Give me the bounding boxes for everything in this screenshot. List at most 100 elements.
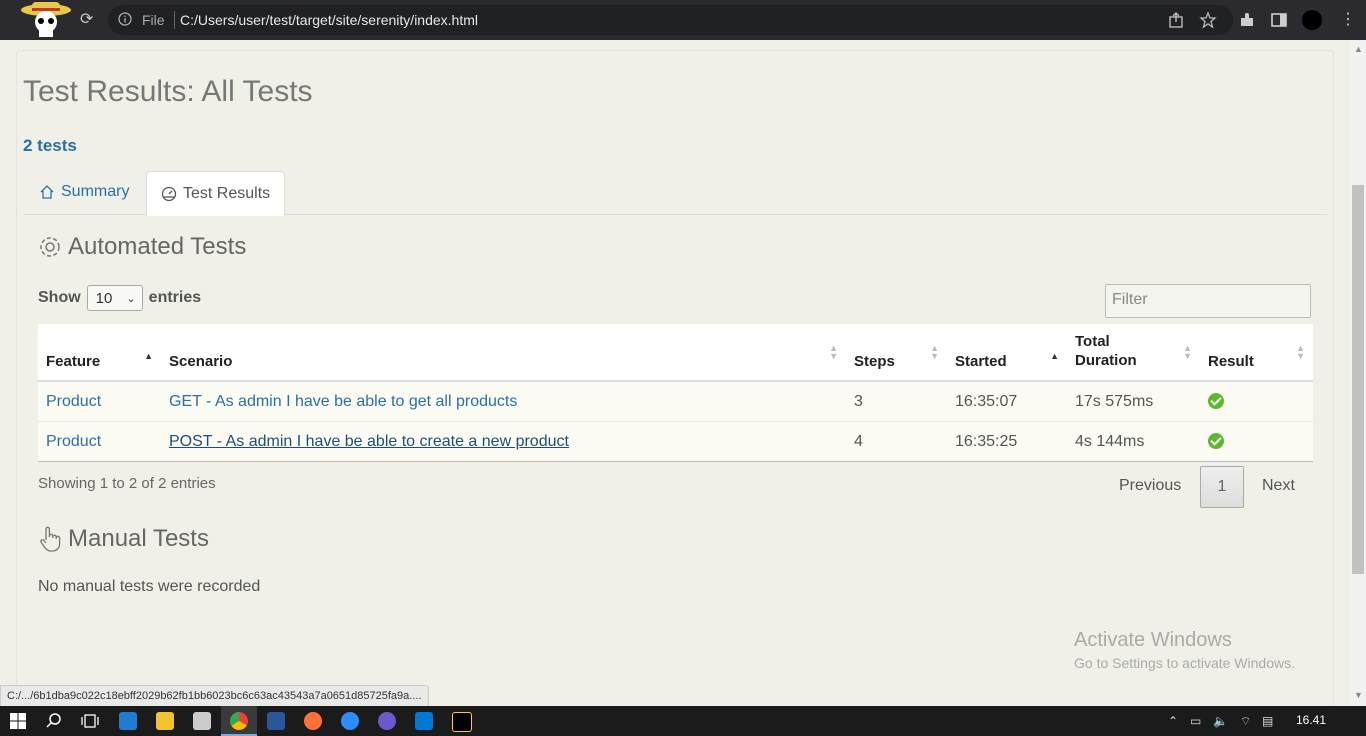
browser-toolbar: ⟳ File C:/Users/user/test/target/site/se… <box>0 0 1366 40</box>
entries-select[interactable]: 10 ⌄ <box>86 285 143 311</box>
windows-start-icon[interactable] <box>9 712 27 730</box>
sort-both-icon[interactable]: ▲ ▼ <box>930 344 939 361</box>
manual-tests-heading: Manual Tests <box>38 525 209 553</box>
scenario-link[interactable]: GET - As admin I have be able to get all… <box>169 393 517 410</box>
page-viewport: Test Results: All Tests 2 tests Summary … <box>0 40 1350 706</box>
scenario-link[interactable]: POST - As admin I have be able to create… <box>169 433 569 450</box>
task-view-icon[interactable] <box>81 712 99 730</box>
pointing-hand-icon <box>40 526 61 552</box>
result-cell <box>1200 380 1313 422</box>
search-icon[interactable] <box>45 712 63 730</box>
chevron-up-icon[interactable]: ⌃ <box>1168 714 1178 728</box>
tab-test-results[interactable]: Test Results <box>146 171 286 216</box>
column-header-scenario[interactable]: Scenario ▲ ▼ <box>161 324 846 382</box>
app-icon[interactable] <box>378 712 396 730</box>
tab-test-results-label: Test Results <box>183 184 271 202</box>
reload-icon[interactable]: ⟳ <box>80 9 93 29</box>
results-table: Feature ▲ Scenario ▲ ▼ Steps ▲ ▼ Started ▲ Tot… <box>38 324 1313 462</box>
clock-text[interactable]: 16.41 <box>1296 713 1326 727</box>
sort-both-icon[interactable]: ▲ ▼ <box>1296 344 1305 361</box>
automated-tests-heading: Automated Tests <box>38 233 246 261</box>
automated-tests-title: Automated Tests <box>68 233 247 260</box>
column-header-duration[interactable]: Total Duration ▲ ▼ <box>1067 324 1200 382</box>
next-page-button[interactable]: Next <box>1262 477 1295 495</box>
vertical-scrollbar[interactable]: ▲ ▼ <box>1350 40 1366 706</box>
manual-tests-title: Manual Tests <box>68 525 209 552</box>
sort-both-icon[interactable]: ▲ ▼ <box>1183 344 1192 361</box>
column-header-feature[interactable]: Feature ▲ <box>38 324 161 382</box>
windows-taskbar: ⌃ ▭ 🔈 ⌔ ▤ 16.41 <box>0 706 1366 736</box>
feature-cell: Product <box>38 380 161 422</box>
kebab-menu-icon[interactable]: ⋮ <box>1340 9 1356 29</box>
filter-input[interactable]: Filter <box>1105 284 1311 318</box>
table-row: Product POST - As admin I have be able t… <box>38 421 1313 462</box>
previous-page-button[interactable]: Previous <box>1119 477 1181 495</box>
info-icon[interactable] <box>118 12 132 26</box>
firefox-icon[interactable] <box>304 712 322 730</box>
zoom-icon[interactable] <box>341 712 359 730</box>
link-status-bar: C:/.../6b1dba9c022c18ebff2029b62fb1bb602… <box>0 685 429 708</box>
column-label: Started <box>955 353 1007 370</box>
extensions-icon[interactable] <box>1238 11 1256 29</box>
share-icon[interactable] <box>1167 11 1185 29</box>
gauge-icon <box>161 186 177 201</box>
entries-label: entries <box>148 289 202 306</box>
page-1-button[interactable]: 1 <box>1200 466 1244 508</box>
vscode-icon[interactable] <box>415 712 433 730</box>
scroll-down-icon[interactable]: ▼ <box>1354 690 1363 700</box>
page-title: Test Results: All Tests <box>23 75 313 108</box>
chevron-down-icon: ⌄ <box>126 292 136 305</box>
scroll-up-icon[interactable]: ▲ <box>1354 44 1363 54</box>
feature-link[interactable]: Product <box>46 393 101 410</box>
test-count[interactable]: 2 tests <box>23 136 77 156</box>
column-label: Scenario <box>169 353 233 370</box>
activate-windows-title: Activate Windows <box>1074 629 1232 651</box>
show-label: Show <box>38 289 81 306</box>
feature-link[interactable]: Product <box>46 433 101 450</box>
column-header-started[interactable]: Started ▲ <box>947 324 1067 382</box>
column-label: Result <box>1208 353 1254 370</box>
steps-cell: 4 <box>846 421 947 462</box>
address-bar[interactable]: File C:/Users/user/test/target/site/sere… <box>108 5 1233 35</box>
duration-cell: 17s 575ms <box>1067 380 1200 422</box>
side-panel-icon[interactable] <box>1270 11 1288 29</box>
sort-both-icon[interactable]: ▲ ▼ <box>829 344 838 361</box>
sort-asc-icon[interactable]: ▲ <box>1050 352 1059 361</box>
table-header-row: Feature ▲ Scenario ▲ ▼ Steps ▲ ▼ Started ▲ Tot… <box>38 324 1313 382</box>
url-text[interactable]: C:/Users/user/test/target/site/serenity/… <box>180 12 478 28</box>
gear-icon <box>40 237 60 257</box>
scenario-cell: POST - As admin I have be able to create… <box>161 421 846 462</box>
sort-asc-icon[interactable]: ▲ <box>144 352 153 361</box>
star-icon[interactable] <box>1199 11 1217 29</box>
duration-cell: 4s 144ms <box>1067 421 1200 462</box>
file-label: File <box>142 12 165 28</box>
chrome-icon[interactable] <box>230 712 248 730</box>
wifi-icon[interactable]: ⌔ <box>1240 714 1251 729</box>
intellij-icon[interactable] <box>452 712 472 732</box>
report-panel: Test Results: All Tests 2 tests Summary … <box>16 50 1334 706</box>
no-manual-tests-text: No manual tests were recorded <box>38 578 261 595</box>
column-header-result[interactable]: Result ▲ ▼ <box>1200 324 1313 382</box>
show-entries-control: Show 10 ⌄ entries <box>38 285 201 311</box>
home-icon <box>40 185 54 199</box>
activate-windows-subtitle: Go to Settings to activate Windows. <box>1074 655 1295 671</box>
straw-hat-skull-logo <box>21 2 71 37</box>
notification-icon[interactable]: ▤ <box>1262 714 1273 728</box>
scenario-cell: GET - As admin I have be able to get all… <box>161 380 846 422</box>
table-row: Product GET - As admin I have be able to… <box>38 380 1313 422</box>
file-explorer-icon[interactable] <box>156 712 174 730</box>
started-cell: 16:35:25 <box>947 421 1067 462</box>
table-info: Showing 1 to 2 of 2 entries <box>38 475 216 492</box>
scrollbar-thumb[interactable] <box>1352 185 1364 574</box>
edge-icon[interactable] <box>119 712 137 730</box>
word-icon[interactable] <box>267 712 285 730</box>
volume-icon[interactable]: 🔈 <box>1213 714 1228 728</box>
profile-avatar[interactable] <box>1302 10 1322 30</box>
started-cell: 16:35:07 <box>947 380 1067 422</box>
address-separator <box>174 11 175 29</box>
column-header-steps[interactable]: Steps ▲ ▼ <box>846 324 947 382</box>
tab-summary[interactable]: Summary <box>39 171 129 213</box>
battery-icon[interactable]: ▭ <box>1190 714 1201 728</box>
check-circle-icon <box>1208 433 1224 450</box>
store-icon[interactable] <box>193 712 211 730</box>
